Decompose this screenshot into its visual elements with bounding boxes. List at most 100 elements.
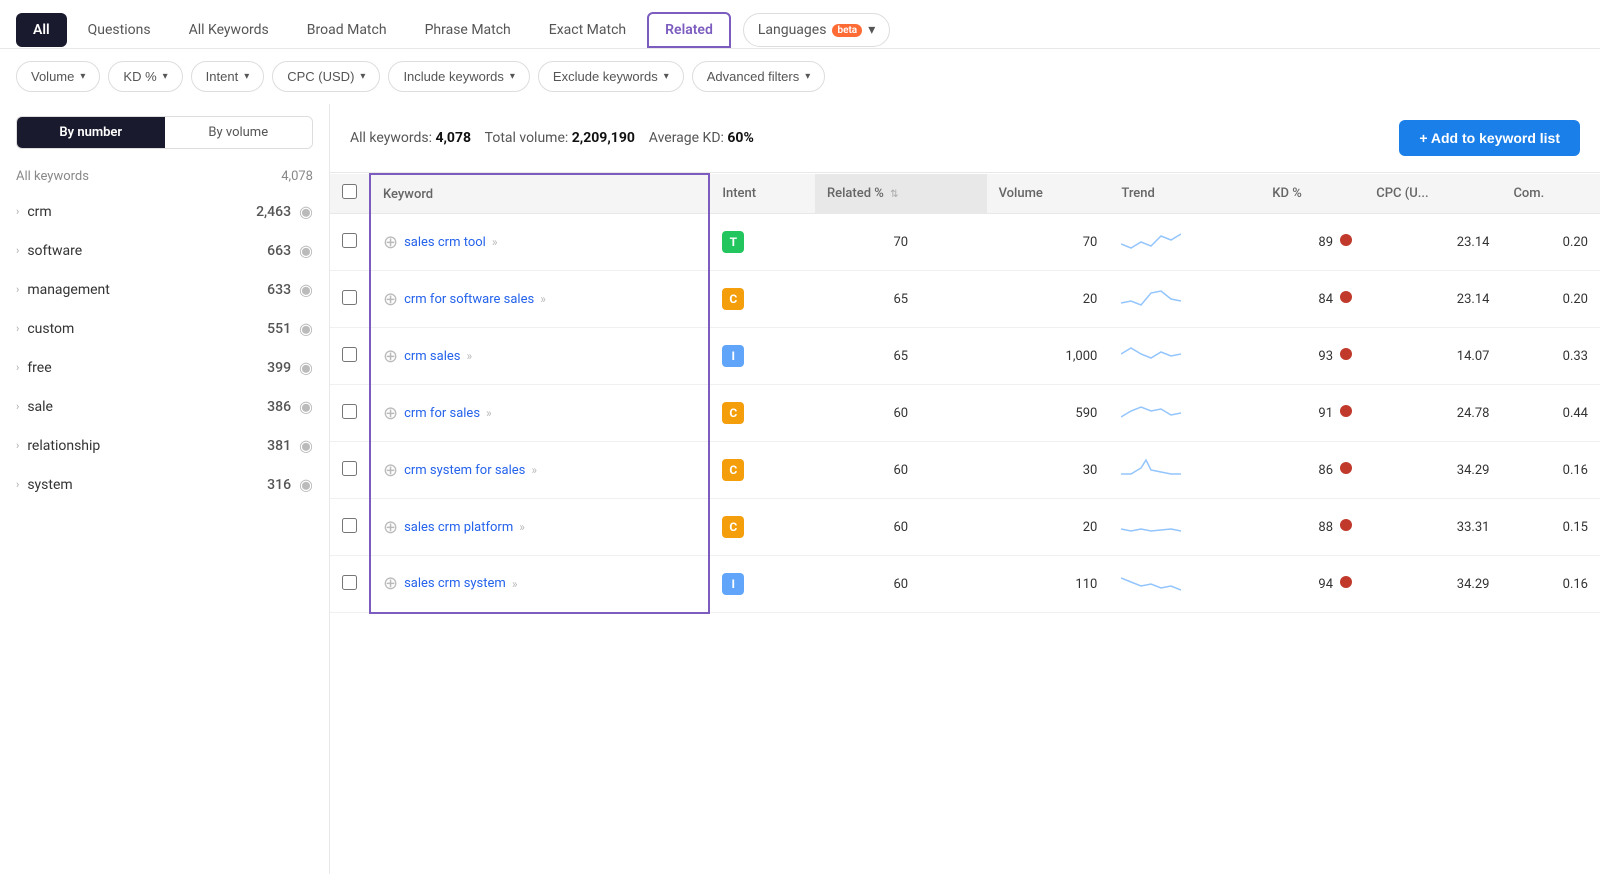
include-keywords-filter[interactable]: Include keywords ▾ <box>388 61 529 92</box>
table-row: ⊕ sales crm tool » T 70 70 89 23.14 0.20 <box>330 214 1600 271</box>
keyword-link[interactable]: sales crm system <box>404 576 506 591</box>
row-checkbox-cell[interactable] <box>330 556 370 613</box>
view-toggle: By number By volume <box>16 116 313 149</box>
intent-filter[interactable]: Intent ▾ <box>191 61 265 92</box>
trend-cell <box>1109 556 1260 613</box>
row-checkbox-cell[interactable] <box>330 214 370 271</box>
trend-chart <box>1121 283 1181 311</box>
table-row: ⊕ crm for sales » C 60 590 91 24.78 0.44 <box>330 385 1600 442</box>
arrow-icon: » <box>531 463 537 477</box>
eye-icon[interactable] <box>299 280 313 299</box>
keyword-cell: ⊕ crm for software sales » <box>370 271 709 328</box>
volume-filter[interactable]: Volume ▾ <box>16 61 100 92</box>
sidebar-keyword: relationship <box>27 438 259 454</box>
sidebar-item-crm[interactable]: › crm 2,463 <box>0 192 329 231</box>
keyword-link[interactable]: crm system for sales <box>404 463 525 478</box>
eye-icon[interactable] <box>299 202 313 221</box>
row-checkbox[interactable] <box>342 461 357 476</box>
row-checkbox[interactable] <box>342 518 357 533</box>
keyword-header: Keyword <box>370 174 709 214</box>
volume-cell: 1,000 <box>987 328 1110 385</box>
row-checkbox[interactable] <box>342 290 357 305</box>
keyword-link[interactable]: sales crm tool <box>404 235 486 250</box>
add-keyword-icon[interactable]: ⊕ <box>383 289 398 310</box>
tab-related[interactable]: Related <box>647 12 731 48</box>
sidebar-item-system[interactable]: › system 316 <box>0 465 329 504</box>
sidebar-count: 381 <box>267 438 291 454</box>
sidebar-item-relationship[interactable]: › relationship 381 <box>0 426 329 465</box>
sidebar-header: All keywords 4,078 <box>0 165 329 192</box>
tab-exact-match[interactable]: Exact Match <box>532 13 643 47</box>
sidebar-item-sale[interactable]: › sale 386 <box>0 387 329 426</box>
com-cell: 0.44 <box>1501 385 1600 442</box>
by-volume-btn[interactable]: By volume <box>165 117 313 148</box>
advanced-filters[interactable]: Advanced filters ▾ <box>692 61 826 92</box>
volume-cell: 590 <box>987 385 1110 442</box>
tab-broad-match[interactable]: Broad Match <box>290 13 404 47</box>
add-keyword-icon[interactable]: ⊕ <box>383 573 398 594</box>
add-keyword-icon[interactable]: ⊕ <box>383 232 398 253</box>
intent-cell: I <box>709 556 815 613</box>
table-row: ⊕ crm system for sales » C 60 30 86 34.2… <box>330 442 1600 499</box>
tab-all-keywords[interactable]: All Keywords <box>172 13 286 47</box>
trend-chart <box>1121 397 1181 425</box>
eye-icon[interactable] <box>299 358 313 377</box>
row-checkbox[interactable] <box>342 404 357 419</box>
keyword-cell: ⊕ crm system for sales » <box>370 442 709 499</box>
related-cell: 70 <box>815 214 987 271</box>
intent-cell: I <box>709 328 815 385</box>
add-keyword-icon[interactable]: ⊕ <box>383 403 398 424</box>
table-area: All keywords: 4,078 Total volume: 2,209,… <box>330 104 1600 874</box>
add-keyword-icon[interactable]: ⊕ <box>383 346 398 367</box>
add-keyword-icon[interactable]: ⊕ <box>383 517 398 538</box>
keyword-link[interactable]: crm for software sales <box>404 292 534 307</box>
intent-cell: C <box>709 499 815 556</box>
related-header[interactable]: Related % ⇅ <box>815 174 987 214</box>
by-number-btn[interactable]: By number <box>17 117 165 148</box>
keyword-link[interactable]: sales crm platform <box>404 520 513 535</box>
row-checkbox-cell[interactable] <box>330 385 370 442</box>
tab-all[interactable]: All <box>16 13 67 47</box>
add-to-keyword-list-button[interactable]: + Add to keyword list <box>1399 120 1580 156</box>
kd-indicator <box>1340 576 1352 588</box>
eye-icon[interactable] <box>299 397 313 416</box>
trend-chart <box>1121 454 1181 482</box>
exclude-keywords-filter[interactable]: Exclude keywords ▾ <box>538 61 684 92</box>
cpc-filter[interactable]: CPC (USD) ▾ <box>272 61 380 92</box>
row-checkbox[interactable] <box>342 575 357 590</box>
eye-icon[interactable] <box>299 475 313 494</box>
tab-questions[interactable]: Questions <box>71 13 168 47</box>
sidebar-item-free[interactable]: › free 399 <box>0 348 329 387</box>
keyword-link[interactable]: crm for sales <box>404 406 480 421</box>
intent-cell: C <box>709 385 815 442</box>
row-checkbox-cell[interactable] <box>330 499 370 556</box>
tab-languages[interactable]: Languages beta ▾ <box>743 13 890 47</box>
select-all-checkbox[interactable] <box>342 184 357 199</box>
row-checkbox-cell[interactable] <box>330 271 370 328</box>
trend-chart <box>1121 226 1181 254</box>
tab-bar: All Questions All Keywords Broad Match P… <box>0 0 1600 49</box>
tab-phrase-match[interactable]: Phrase Match <box>408 13 528 47</box>
volume-cell: 110 <box>987 556 1110 613</box>
keyword-link[interactable]: crm sales <box>404 349 460 364</box>
row-checkbox[interactable] <box>342 233 357 248</box>
add-keyword-icon[interactable]: ⊕ <box>383 460 398 481</box>
intent-badge: C <box>722 402 744 424</box>
com-cell: 0.15 <box>1501 499 1600 556</box>
row-checkbox[interactable] <box>342 347 357 362</box>
intent-cell: C <box>709 442 815 499</box>
eye-icon[interactable] <box>299 241 313 260</box>
arrow-icon: » <box>512 577 518 591</box>
sidebar-item-custom[interactable]: › custom 551 <box>0 309 329 348</box>
eye-icon[interactable] <box>299 319 313 338</box>
sidebar-item-software[interactable]: › software 663 <box>0 231 329 270</box>
chevron-down-icon: ▾ <box>805 71 810 82</box>
kd-filter[interactable]: KD % ▾ <box>108 61 182 92</box>
kd-cell: 84 <box>1260 271 1364 328</box>
trend-cell <box>1109 271 1260 328</box>
row-checkbox-cell[interactable] <box>330 328 370 385</box>
select-all-header[interactable] <box>330 174 370 214</box>
sidebar-item-management[interactable]: › management 633 <box>0 270 329 309</box>
eye-icon[interactable] <box>299 436 313 455</box>
row-checkbox-cell[interactable] <box>330 442 370 499</box>
